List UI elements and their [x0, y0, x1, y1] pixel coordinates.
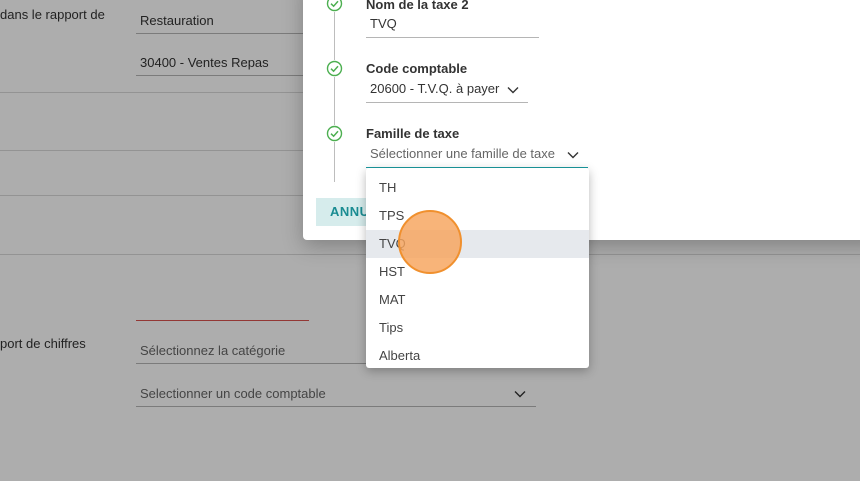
step-title-account-code: Code comptable	[366, 61, 468, 76]
check-circle-icon	[326, 0, 343, 12]
dropdown-option-mat[interactable]: MAT	[366, 286, 589, 314]
account-code-select[interactable]: 20600 - T.V.Q. à payer	[366, 80, 528, 103]
dropdown-option-alberta[interactable]: Alberta	[366, 342, 589, 368]
chevron-down-icon	[507, 87, 519, 94]
tax-name-value: TVQ	[370, 16, 397, 31]
dropdown-option-hst[interactable]: HST	[366, 258, 589, 286]
step-title-tax-family: Famille de taxe	[366, 126, 460, 141]
tax-family-placeholder: Sélectionner une famille de taxe	[370, 146, 556, 161]
tax-family-dropdown: TH TPS TVQ HST MAT Tips Alberta	[366, 168, 589, 368]
step-title-tax-name: Nom de la taxe 2	[366, 0, 469, 12]
chevron-down-icon	[567, 152, 579, 159]
dropdown-option-tps[interactable]: TPS	[366, 202, 589, 230]
tax-name-input[interactable]: TVQ	[366, 15, 539, 38]
check-circle-icon	[326, 60, 343, 77]
tax-family-select[interactable]: Sélectionner une famille de taxe	[366, 145, 588, 168]
dropdown-option-th[interactable]: TH	[366, 174, 589, 202]
check-circle-icon	[326, 125, 343, 142]
account-code-value: 20600 - T.V.Q. à payer	[370, 81, 500, 96]
stepper-line	[334, 0, 335, 182]
dropdown-option-tips[interactable]: Tips	[366, 314, 589, 342]
click-indicator	[398, 210, 462, 274]
